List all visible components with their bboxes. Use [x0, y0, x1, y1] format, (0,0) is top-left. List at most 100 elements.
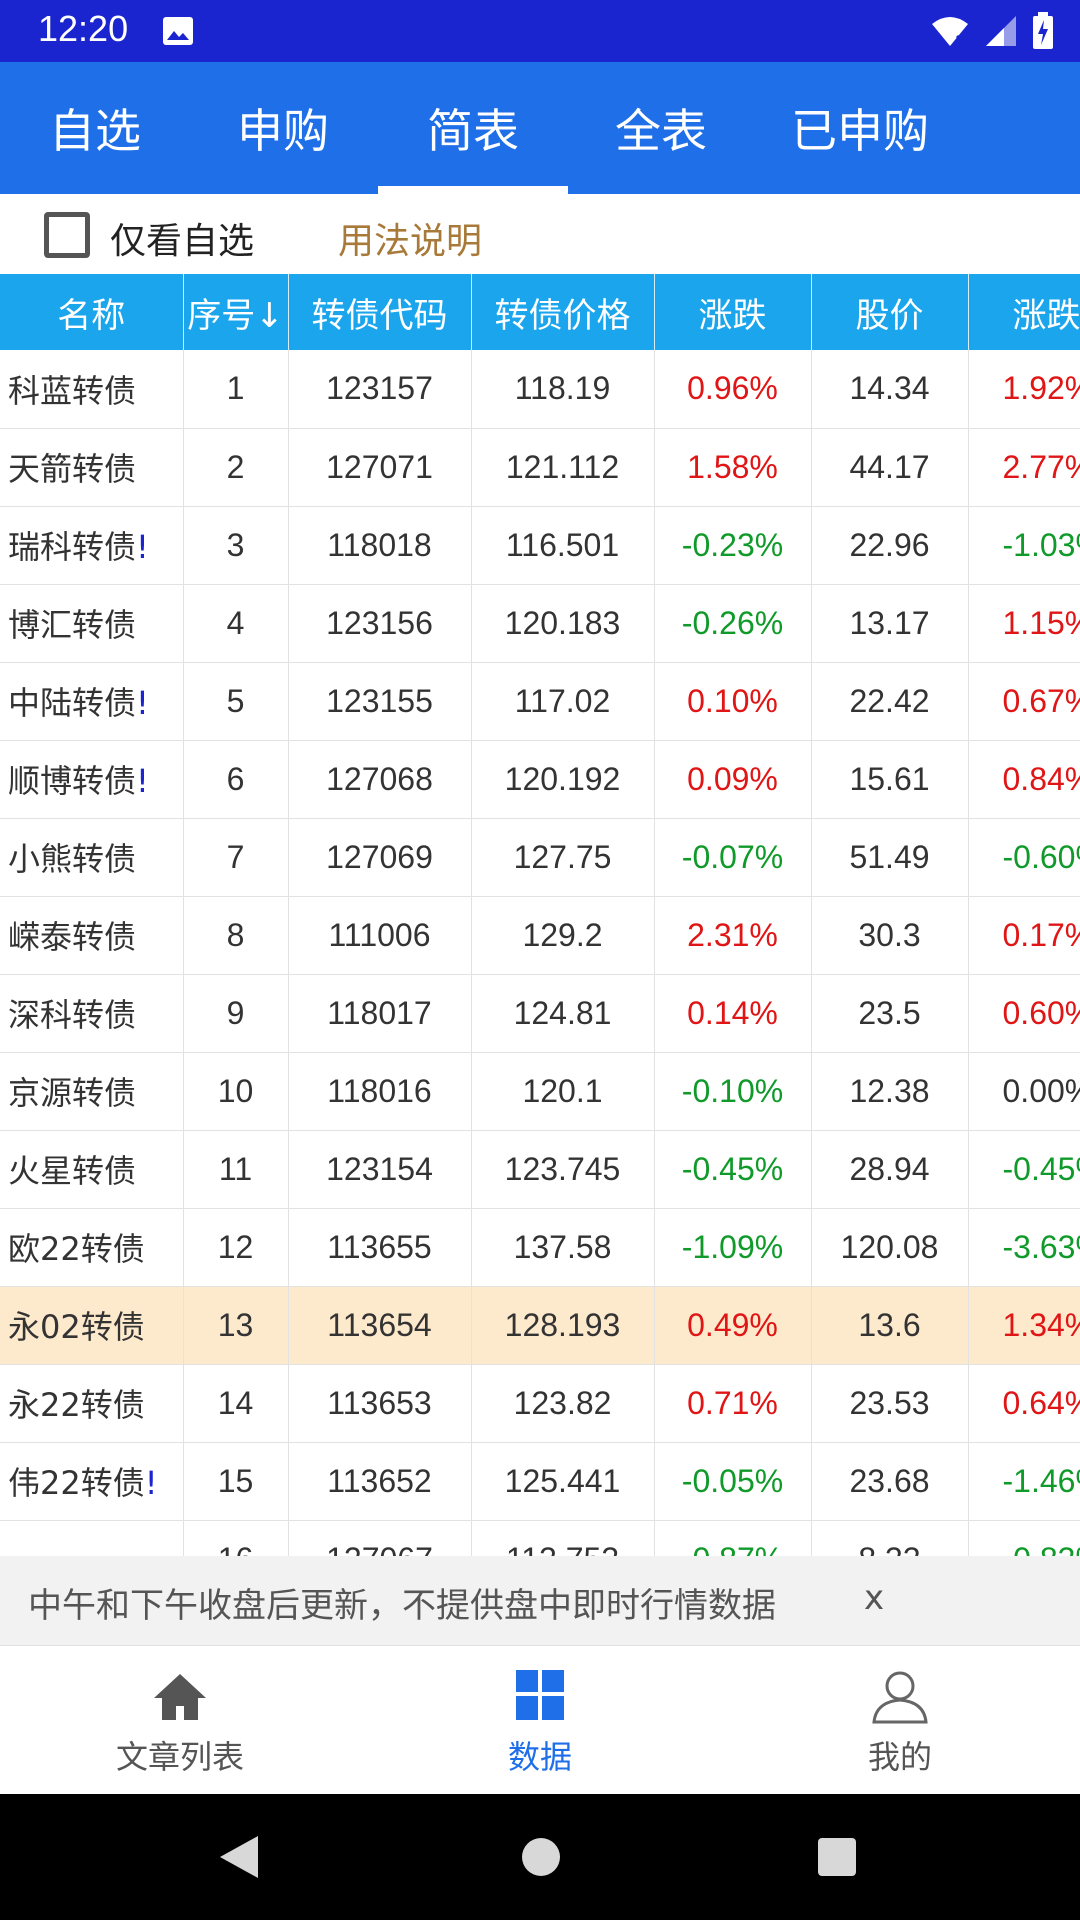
stock-price-text: 13.6	[858, 1306, 921, 1343]
table-row[interactable]: 嵘泰转债 8 111006 129.2 2.31% 30.3 0.17%	[0, 896, 1080, 975]
bond-price-text: 120.192	[504, 760, 621, 797]
stock-price-text: 30.3	[858, 916, 921, 953]
column-header-price[interactable]: 转债价格	[471, 274, 655, 350]
bond-table-container[interactable]: 名称 序号↓ 转债代码 转债价格 涨跌 股价 涨跌 科蓝转债 1 123157 118…	[0, 274, 1080, 1556]
stock-price: 23.53	[811, 1364, 969, 1443]
bond-price: 117.02	[471, 662, 655, 741]
stock-change-text: 1.92%	[1002, 370, 1080, 407]
table-row[interactable]: 小熊转债 7 127069 127.75 -0.07% 51.49 -0.60%	[0, 818, 1080, 897]
stock-change: 0.17%	[968, 896, 1080, 975]
bond-price: 118.19	[471, 350, 655, 429]
stock-price: 22.96	[811, 506, 969, 585]
stock-change-text: -0.83%	[1003, 1541, 1080, 1557]
bond-code-text: 123155	[326, 682, 433, 719]
stock-change: -0.45%	[968, 1130, 1080, 1209]
bond-seq-text: 12	[217, 1228, 254, 1265]
bond-code-text: 113653	[327, 1384, 432, 1421]
bond-seq-text: 6	[226, 760, 245, 797]
bond-seq: 7	[183, 818, 289, 897]
bond-change: 0.49%	[654, 1286, 812, 1365]
only-watchlist-checkbox[interactable]	[44, 212, 90, 258]
notice-close-button[interactable]: x	[864, 1578, 884, 1618]
bond-code: 127069	[288, 818, 472, 897]
table-row[interactable]: 永22转债 14 113653 123.82 0.71% 23.53 0.64%	[0, 1364, 1080, 1443]
bond-price-text: 120.1	[522, 1072, 603, 1109]
table-row[interactable]: 科蓝转债 1 123157 118.19 0.96% 14.34 1.92%	[0, 350, 1080, 429]
table-row[interactable]: 博汇转债 4 123156 120.183 -0.26% 13.17 1.15%	[0, 584, 1080, 663]
notice-text: 中午和下午收盘后更新，不提供盘中即时行情数据	[28, 1586, 776, 1626]
bond-seq: 6	[183, 740, 289, 819]
bond-price-text: 123.82	[513, 1384, 612, 1421]
nav-mine[interactable]: 我的	[780, 1646, 1020, 1794]
bond-seq-text: 10	[217, 1072, 254, 1109]
bond-name: 博汇转债	[0, 584, 184, 663]
wifi-icon	[932, 17, 969, 48]
nav-article-list[interactable]: 文章列表	[60, 1646, 300, 1794]
column-header-stock-change[interactable]: 涨跌	[968, 274, 1080, 350]
bond-change-text: -0.45%	[681, 1150, 784, 1187]
tab-watchlist[interactable]: 自选	[30, 62, 160, 194]
bond-name-text: 深科转债	[8, 996, 137, 1034]
stock-change: -3.63%	[968, 1208, 1080, 1287]
table-row[interactable]: 欧22转债 12 113655 137.58 -1.09% 120.08 -3.63%	[0, 1208, 1080, 1287]
bond-name: 京源转债	[0, 1052, 184, 1131]
bond-name-text: 顺博转债	[8, 762, 137, 800]
back-icon[interactable]	[216, 1832, 262, 1882]
stock-price: 30.3	[811, 896, 969, 975]
bond-code-text: 118016	[327, 1072, 432, 1109]
tab-simple-table[interactable]: 简表	[408, 62, 538, 194]
nav-data[interactable]: 数据	[420, 1646, 660, 1794]
table-row[interactable]: 瑞科转债! 3 118018 116.501 -0.23% 22.96 -1.03%	[0, 506, 1080, 585]
tab-subscribe[interactable]: 申购	[218, 62, 348, 194]
table-row[interactable]: 天箭转债 2 127071 121.112 1.58% 44.17 2.77%	[0, 428, 1080, 507]
bond-price-text: 125.441	[504, 1462, 621, 1499]
stock-change: 1.34%	[968, 1286, 1080, 1365]
column-header-change[interactable]: 涨跌	[654, 274, 812, 350]
home-icon	[154, 1674, 206, 1720]
bond-change: 0.96%	[654, 350, 812, 429]
usage-instructions-link[interactable]: 用法说明	[338, 212, 482, 264]
table-row[interactable]: 中陆转债! 5 123155 117.02 0.10% 22.42 0.67%	[0, 662, 1080, 741]
bond-seq: 10	[183, 1052, 289, 1131]
stock-price: 12.38	[811, 1052, 969, 1131]
only-watchlist-label[interactable]: 仅看自选	[110, 212, 254, 264]
table-row[interactable]: 京源转债 10 118016 120.1 -0.10% 12.38 0.00%	[0, 1052, 1080, 1131]
recents-icon[interactable]	[816, 1836, 858, 1878]
bond-change: 0.14%	[654, 974, 812, 1053]
table-row[interactable]: 伟22转债! 15 113652 125.441 -0.05% 23.68 -1.46%	[0, 1442, 1080, 1521]
notice-bar: 中午和下午收盘后更新，不提供盘中即时行情数据 x	[0, 1556, 1080, 1646]
bond-price-text: 120.183	[504, 604, 621, 641]
bond-seq: 14	[183, 1364, 289, 1443]
home-button-icon[interactable]	[520, 1836, 562, 1878]
bond-seq-text: 1	[226, 370, 245, 407]
column-header-code[interactable]: 转债代码	[288, 274, 472, 350]
bond-name-text: 欧22转债	[8, 1230, 145, 1268]
table-row[interactable]: 16 127067 113.753 -0.87% 8.33 -0.83%	[0, 1520, 1080, 1556]
bond-seq-text: 11	[218, 1150, 253, 1187]
bond-name-text: 科蓝转债	[8, 371, 137, 410]
bond-name	[0, 1520, 184, 1556]
stock-change-text: 0.00%	[1002, 1072, 1080, 1109]
tab-subscribed[interactable]: 已申购	[780, 62, 940, 194]
stock-change-text: -1.03%	[1002, 526, 1080, 563]
stock-change-text: -0.60%	[1002, 838, 1080, 875]
stock-price: 44.17	[811, 428, 969, 507]
table-row[interactable]: 火星转债 11 123154 123.745 -0.45% 28.94 -0.45%	[0, 1130, 1080, 1209]
stock-change-text: 0.84%	[1002, 760, 1080, 797]
bond-code: 127068	[288, 740, 472, 819]
table-row[interactable]: 顺博转债! 6 127068 120.192 0.09% 15.61 0.84%	[0, 740, 1080, 819]
bond-name-text: 博汇转债	[8, 606, 137, 644]
bond-price-text: 121.112	[505, 448, 620, 485]
bond-seq-text: 14	[217, 1384, 254, 1421]
tab-full-table[interactable]: 全表	[596, 62, 726, 194]
bond-change: 0.10%	[654, 662, 812, 741]
bond-change: -1.09%	[654, 1208, 812, 1287]
column-header-stock-price[interactable]: 股价	[811, 274, 969, 350]
nav-data-label: 数据	[507, 1738, 572, 1776]
stock-price: 23.68	[811, 1442, 969, 1521]
stock-change: -0.83%	[968, 1520, 1080, 1556]
column-header-name[interactable]: 名称	[0, 274, 184, 350]
table-row[interactable]: 深科转债 9 118017 124.81 0.14% 23.5 0.60%	[0, 974, 1080, 1053]
column-header-seq[interactable]: 序号↓	[183, 274, 289, 350]
table-row[interactable]: 永02转债 13 113654 128.193 0.49% 13.6 1.34%	[0, 1286, 1080, 1365]
